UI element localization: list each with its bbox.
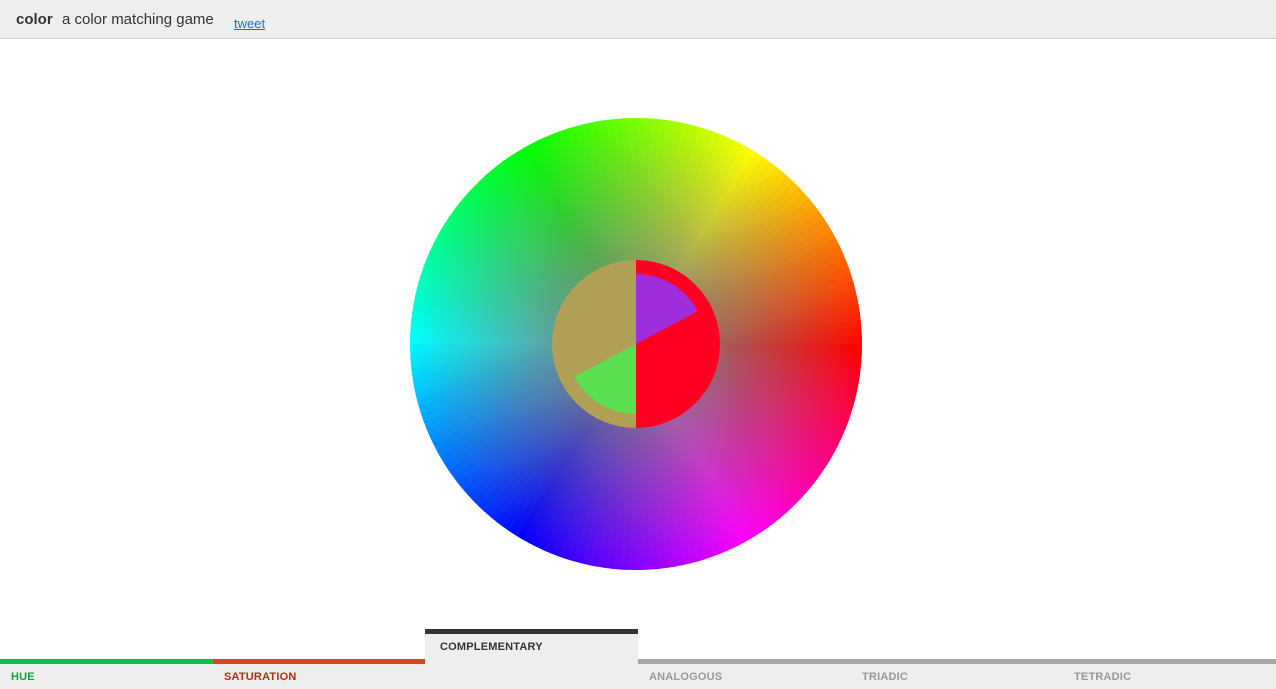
tab-triadic-label: TRIADIC [862,671,909,683]
tab-analogous-bar [638,659,851,664]
header-bar: color a color matching game tweet [0,0,1276,39]
app-subtitle: a color matching game [62,11,214,28]
app-title: color [16,11,53,28]
tab-triadic-bar [851,659,1063,664]
tab-complementary-bar [425,629,638,634]
tab-saturation[interactable]: SATURATION [213,659,425,689]
tab-hue-label: HUE [11,671,35,683]
tab-analogous[interactable]: ANALOGOUS [638,659,851,689]
app-root: color a color matching game tweet HUE SAT [0,0,1276,689]
tab-complementary[interactable]: COMPLEMENTARY [425,629,638,689]
mode-tabs: HUE SATURATION COMPLEMENTARY ANALOGOUS TRIAD… [0,629,1276,689]
tab-complementary-label: COMPLEMENTARY [440,641,543,653]
tab-hue-bar [0,659,213,664]
target-swatch [552,260,720,428]
tab-analogous-label: ANALOGOUS [649,671,723,683]
tab-tetradic-label: TETRADIC [1074,671,1132,683]
tab-tetradic-bar [1063,659,1276,664]
tab-saturation-bar [213,659,425,664]
tweet-link[interactable]: tweet [234,16,265,31]
color-wheel[interactable] [410,118,862,570]
tab-saturation-label: SATURATION [224,671,297,683]
tab-tetradic[interactable]: TETRADIC [1063,659,1276,689]
tab-hue[interactable]: HUE [0,659,213,689]
tab-triadic[interactable]: TRIADIC [851,659,1063,689]
color-wheel-canvas[interactable] [410,118,862,570]
